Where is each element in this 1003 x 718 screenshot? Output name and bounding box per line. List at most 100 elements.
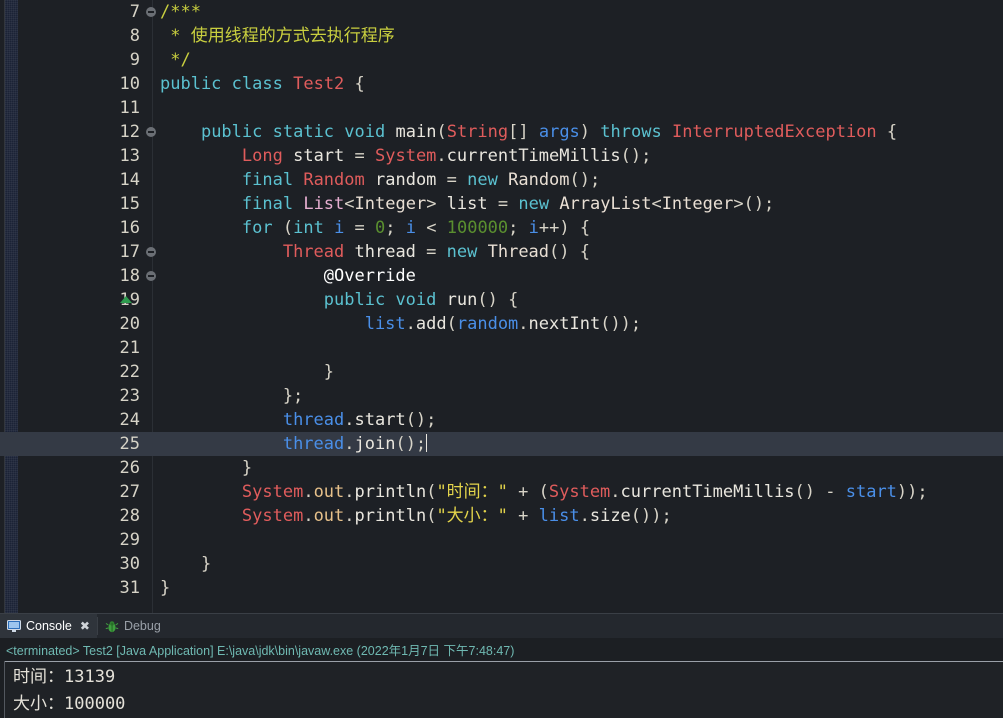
gutter-marker-slot[interactable]: [146, 408, 160, 432]
gutter-marker-slot[interactable]: [120, 288, 160, 312]
gutter-marker-slot[interactable]: [146, 192, 160, 216]
code-line[interactable]: 15 final List<Integer> list = new ArrayL…: [0, 192, 1003, 216]
code-line[interactable]: 12 public static void main(String[] args…: [0, 120, 1003, 144]
console-output-area[interactable]: 时间：13139 大小：100000: [0, 661, 1003, 718]
code-line[interactable]: 19 public void run() {: [0, 288, 1003, 312]
line-number: 25: [119, 434, 140, 454]
code-token: int: [293, 218, 324, 238]
line-number: 20: [119, 314, 140, 334]
code-line[interactable]: 22 }: [0, 360, 1003, 384]
code-text: */: [160, 48, 190, 72]
code-token: 0: [375, 218, 386, 238]
code-token: Thread: [487, 242, 550, 262]
fold-collapse-icon[interactable]: [146, 7, 156, 17]
code-line[interactable]: 21: [0, 336, 1003, 360]
code-line[interactable]: 8 * 使用线程的方式去执行程序: [0, 24, 1003, 48]
gutter-marker-slot[interactable]: [146, 96, 160, 120]
code-text: * 使用线程的方式去执行程序: [160, 24, 394, 48]
gutter-marker-slot[interactable]: [146, 0, 160, 24]
code-line[interactable]: 28 System.out.println("大小：" + list.size(…: [0, 504, 1003, 528]
gutter-marker-slot[interactable]: [146, 480, 160, 504]
gutter-marker-slot[interactable]: [146, 528, 160, 552]
gutter-marker-slot[interactable]: [146, 336, 160, 360]
gutter-marker-slot[interactable]: [146, 456, 160, 480]
code-token: Integer: [661, 194, 734, 214]
line-number: 16: [119, 218, 140, 238]
code-line[interactable]: 31}: [0, 576, 1003, 600]
code-token: new: [446, 242, 478, 262]
code-line[interactable]: 7 /***: [0, 0, 1003, 24]
line-number: 10: [119, 74, 140, 94]
code-token: thread: [354, 242, 416, 262]
code-token: @Override: [323, 266, 416, 286]
code-line[interactable]: 25 thread.join();: [0, 432, 1003, 456]
gutter-marker-slot[interactable]: [146, 432, 160, 456]
code-token: () {: [477, 290, 519, 310]
code-line[interactable]: 24 thread.start();: [0, 408, 1003, 432]
code-token: .: [303, 482, 314, 502]
code-line[interactable]: 13 Long start = System.currentTimeMillis…: [0, 144, 1003, 168]
panel-tab-bar[interactable]: Console ✖ Debug: [0, 614, 1003, 638]
code-token: ();: [405, 410, 437, 430]
code-line[interactable]: 14 final Random random = new Random();: [0, 168, 1003, 192]
gutter-marker-slot[interactable]: [146, 216, 160, 240]
gutter-marker-slot[interactable]: [146, 264, 160, 288]
gutter-marker-slot[interactable]: [146, 144, 160, 168]
code-token: i: [528, 218, 539, 238]
code-line[interactable]: 11: [0, 96, 1003, 120]
code-line[interactable]: 27 System.out.println("时间：" + (System.cu…: [0, 480, 1003, 504]
code-token: {: [344, 74, 365, 94]
fold-collapse-icon[interactable]: [146, 247, 156, 257]
code-line[interactable]: 18 @Override: [0, 264, 1003, 288]
code-token: .: [303, 506, 314, 526]
code-token: >: [426, 194, 447, 214]
gutter-marker-slot[interactable]: [146, 504, 160, 528]
code-line[interactable]: 17 Thread thread = new Thread() {: [0, 240, 1003, 264]
code-line[interactable]: 10 public class Test2 {: [0, 72, 1003, 96]
gutter-marker-slot[interactable]: [146, 552, 160, 576]
panel-tab-console[interactable]: Console ✖: [0, 614, 97, 638]
close-icon[interactable]: ✖: [80, 619, 90, 633]
gutter-marker-slot[interactable]: [146, 72, 160, 96]
gutter-marker-slot[interactable]: [146, 576, 160, 600]
gutter-marker-slot[interactable]: [146, 120, 160, 144]
gutter-marker-slot[interactable]: [146, 24, 160, 48]
code-line-list: 7/*** 8 * 使用线程的方式去执行程序 9 */10 public class …: [0, 0, 1003, 600]
code-token: nextInt: [528, 314, 601, 334]
gutter-marker-slot[interactable]: [146, 384, 160, 408]
gutter-marker-slot[interactable]: [146, 48, 160, 72]
panel-tab-debug[interactable]: Debug: [98, 614, 168, 638]
code-line[interactable]: 20 list.add(random.nextInt());: [0, 312, 1003, 336]
code-token: throws: [600, 122, 662, 142]
fold-collapse-icon[interactable]: [146, 271, 156, 281]
console-left-strip: [0, 661, 5, 718]
fold-collapse-icon[interactable]: [146, 127, 156, 137]
gutter-marker-slot[interactable]: [146, 168, 160, 192]
code-token: }: [160, 362, 334, 382]
gutter-marker-slot[interactable]: [146, 312, 160, 336]
code-line[interactable]: 9 */: [0, 48, 1003, 72]
code-line[interactable]: 29: [0, 528, 1003, 552]
gutter-marker-slot[interactable]: [146, 240, 160, 264]
code-text: }: [160, 552, 211, 576]
gutter-marker-slot[interactable]: [146, 360, 160, 384]
code-token: args: [538, 122, 580, 142]
code-token: thread: [282, 434, 345, 454]
code-editor[interactable]: 7/*** 8 * 使用线程的方式去执行程序 9 */10 public class …: [0, 0, 1003, 613]
code-line[interactable]: 30 }: [0, 552, 1003, 576]
debug-bug-icon: [105, 620, 119, 633]
code-line[interactable]: 23 };: [0, 384, 1003, 408]
line-number: 29: [119, 530, 140, 550]
code-token: };: [160, 386, 304, 406]
code-line[interactable]: 16 for (int i = 0; i < 100000; i++) {: [0, 216, 1003, 240]
code-line[interactable]: 26 }: [0, 456, 1003, 480]
